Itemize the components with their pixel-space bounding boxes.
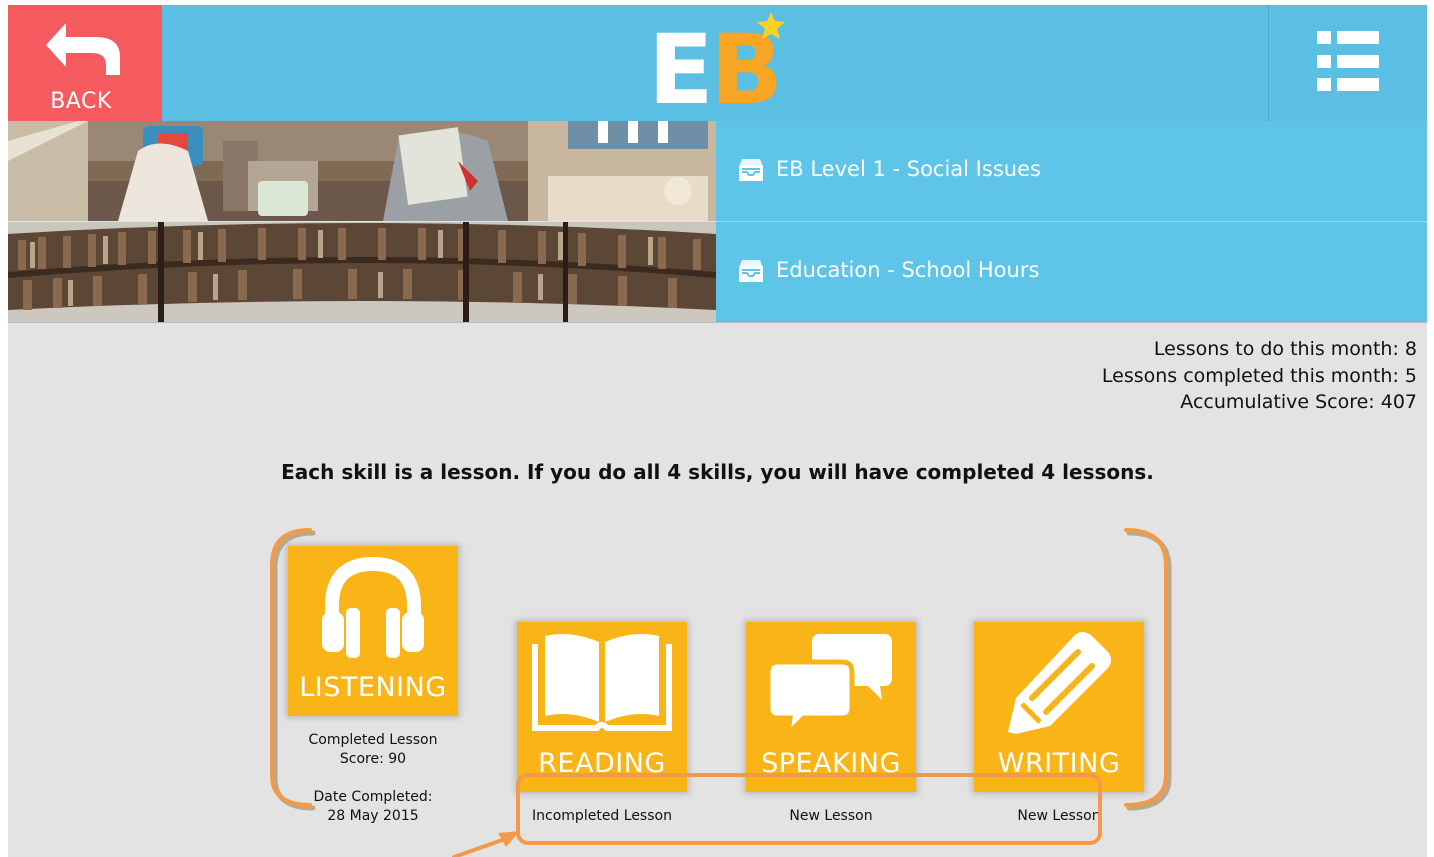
back-button[interactable]: BACK (8, 5, 162, 121)
back-arrow-icon (46, 23, 120, 75)
row-divider (8, 322, 1427, 323)
menu-button[interactable] (1269, 5, 1427, 121)
date-completed-label: Date Completed: (313, 789, 433, 805)
lessons-to-do: Lessons to do this month: 8 (1153, 338, 1417, 360)
skill-label: WRITING (997, 748, 1121, 779)
skill-label: READING (538, 748, 666, 779)
lesson-row-social-issues[interactable]: EB Level 1 - Social Issues (8, 121, 1427, 221)
lesson-title-box[interactable]: Education - School Hours (716, 222, 1427, 322)
skill-tile-speaking[interactable]: SPEAKING (746, 622, 916, 792)
lesson-row-school-hours[interactable]: Education - School Hours (8, 222, 1427, 322)
listening-status: Completed Lesson Score: 90 (288, 731, 458, 769)
headphones-icon (322, 556, 424, 658)
lesson-title: Education - School Hours (776, 258, 1040, 282)
back-label: BACK (50, 89, 112, 114)
reading-status: Incompleted Lesson (532, 808, 672, 824)
listening-date: Date Completed: 28 May 2015 (288, 788, 458, 826)
skill-tile-writing[interactable]: WRITING (974, 622, 1144, 792)
lesson-status: Completed Lesson (308, 732, 438, 748)
eb-logo: E B (646, 11, 786, 119)
skill-tile-listening[interactable]: LISTENING (288, 546, 458, 716)
inbox-tray-icon (739, 260, 763, 282)
skill-label: LISTENING (299, 672, 447, 703)
pencil-icon (1008, 632, 1111, 734)
instruction-text: Each skill is a lesson. If you do all 4 … (281, 460, 1154, 484)
speaking-status: New Lesson (789, 808, 873, 824)
writing-status: New Lesson (1017, 808, 1101, 824)
lesson-score: Score: 90 (339, 751, 407, 767)
date-completed: 28 May 2015 (327, 808, 419, 824)
open-book-icon (532, 634, 672, 731)
lesson-title: EB Level 1 - Social Issues (776, 157, 1041, 181)
inbox-tray-icon (739, 159, 763, 181)
list-menu-icon (1317, 31, 1379, 91)
skill-tile-reading[interactable]: READING (517, 622, 687, 792)
skill-label: SPEAKING (761, 748, 901, 779)
lesson-thumbnail-library (8, 222, 716, 322)
accumulative-score: Accumulative Score: 407 (1180, 391, 1417, 413)
lesson-thumbnail-shop (8, 121, 716, 221)
top-bar: BACK E B (8, 5, 1427, 121)
lesson-screen: BACK E B EB Level 1 - Social Issues Educ… (8, 5, 1427, 857)
lesson-title-box[interactable]: EB Level 1 - Social Issues (716, 121, 1427, 221)
monthly-stats: Lessons to do this month: 8 Lessons comp… (1102, 336, 1417, 416)
lessons-completed: Lessons completed this month: 5 (1101, 364, 1417, 387)
star-icon (757, 12, 785, 39)
speech-bubbles-icon (768, 634, 892, 734)
logo-letter-e: E (648, 14, 714, 126)
